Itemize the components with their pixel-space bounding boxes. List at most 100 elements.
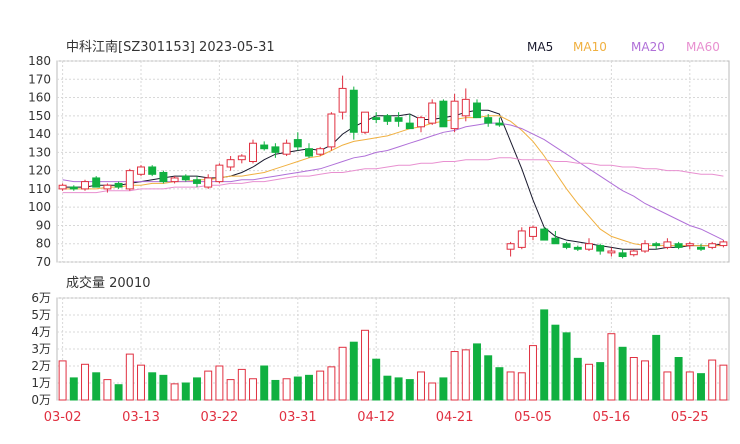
volume-tick-label: 2万 (31, 359, 51, 373)
volume-bar (685, 371, 694, 401)
candle-body (193, 179, 201, 184)
volume-bar (585, 363, 593, 401)
candle-body (562, 243, 571, 248)
volume-bar (708, 359, 717, 401)
candle (193, 176, 201, 188)
price-tick-label: 150 (28, 109, 51, 123)
volume-bar (372, 358, 381, 401)
candle-body (81, 181, 89, 190)
volume-bar (506, 371, 515, 401)
candle (226, 156, 235, 171)
candle-body (58, 184, 67, 190)
candle-body (125, 170, 134, 190)
volume-bar (249, 378, 257, 401)
volume-bar (181, 382, 190, 401)
date-tick-label: 03-22 (201, 410, 239, 425)
volume-bar (271, 379, 280, 401)
candle-body (629, 250, 638, 256)
price-tick-label: 80 (36, 237, 51, 251)
candle-body (361, 111, 369, 133)
volume-bar (69, 377, 78, 401)
candle (394, 112, 403, 127)
volume-bar (428, 382, 437, 401)
candle-body (92, 177, 101, 188)
candle-body (484, 117, 493, 124)
price-tick-label: 160 (28, 91, 51, 105)
candle-body (674, 243, 683, 248)
candle (618, 249, 627, 259)
candle-body (181, 175, 190, 181)
candle (137, 165, 145, 177)
candle-body (517, 230, 526, 248)
price-tick-label: 130 (28, 145, 51, 159)
price-frame (56, 60, 730, 263)
volume-bar (517, 372, 526, 401)
candle (417, 115, 425, 133)
candle (148, 165, 157, 177)
price-tick-label: 140 (28, 127, 51, 141)
candle-body (439, 100, 448, 128)
candle-body (327, 113, 336, 148)
candle (282, 139, 291, 157)
candle-body (282, 142, 291, 155)
candle-body (271, 146, 280, 153)
candle-body (226, 159, 235, 168)
volume-bar (193, 377, 201, 401)
candle (114, 181, 123, 189)
candle-body (114, 182, 123, 188)
date-tick-label: 04-12 (357, 410, 395, 425)
price-tick-label: 70 (36, 255, 51, 269)
volume-bar (103, 379, 112, 401)
volume-bar (439, 377, 448, 401)
candle (562, 241, 571, 250)
stock-chart: 中科江南[SZ301153] 2023-05-31 MA5 MA10 MA20 MA6… (28, 39, 730, 425)
candle-body (607, 250, 616, 254)
volume-bars (58, 309, 728, 401)
volume-y-axis: 0万 1万 2万 3万 4万 5万 6万 (31, 291, 51, 407)
candle-body (405, 122, 414, 130)
volume-bar (495, 367, 504, 401)
candle (663, 238, 672, 250)
volume-bar (663, 371, 672, 401)
volume-bar (450, 351, 459, 401)
volume-bar (293, 376, 302, 401)
price-y-axis: 70 80 90 100 110 120 130 140 150 160 170 180 (28, 54, 51, 269)
candle (58, 183, 67, 191)
candle-body (685, 243, 694, 247)
date-tick-label: 03-02 (44, 410, 82, 425)
volume-bar (607, 333, 616, 401)
volume-bar (473, 343, 481, 401)
price-tick-label: 120 (28, 164, 51, 178)
candle-body (249, 142, 257, 163)
candle (305, 143, 313, 158)
volume-bar (226, 379, 235, 401)
candle (338, 75, 347, 120)
candle (69, 185, 78, 191)
price-tick-label: 110 (28, 182, 51, 196)
chart-title: 中科江南[SZ301153] 2023-05-31 (66, 39, 275, 55)
volume-bar (383, 375, 392, 401)
candle-body (652, 243, 661, 247)
volume-bar (461, 349, 470, 401)
volume-bar (316, 370, 325, 401)
volume-bar (282, 378, 291, 401)
candle (204, 174, 213, 189)
date-tick-label: 03-13 (122, 410, 160, 425)
volume-bar (327, 366, 336, 401)
candle-body (383, 115, 392, 122)
candle (652, 241, 661, 250)
volume-bar (719, 364, 728, 401)
candle-body (170, 177, 179, 183)
candle-body (473, 102, 481, 119)
legend-ma5: MA5 (527, 40, 553, 54)
candle-body (529, 226, 537, 237)
legend-ma20: MA20 (631, 40, 665, 54)
volume-bar (540, 309, 549, 401)
candle-body (506, 243, 515, 250)
volume-bar (159, 374, 168, 401)
volume-bar (81, 363, 89, 401)
candle (573, 245, 582, 252)
candle (540, 227, 549, 241)
candle-body (260, 144, 269, 150)
candle-body (204, 177, 213, 188)
